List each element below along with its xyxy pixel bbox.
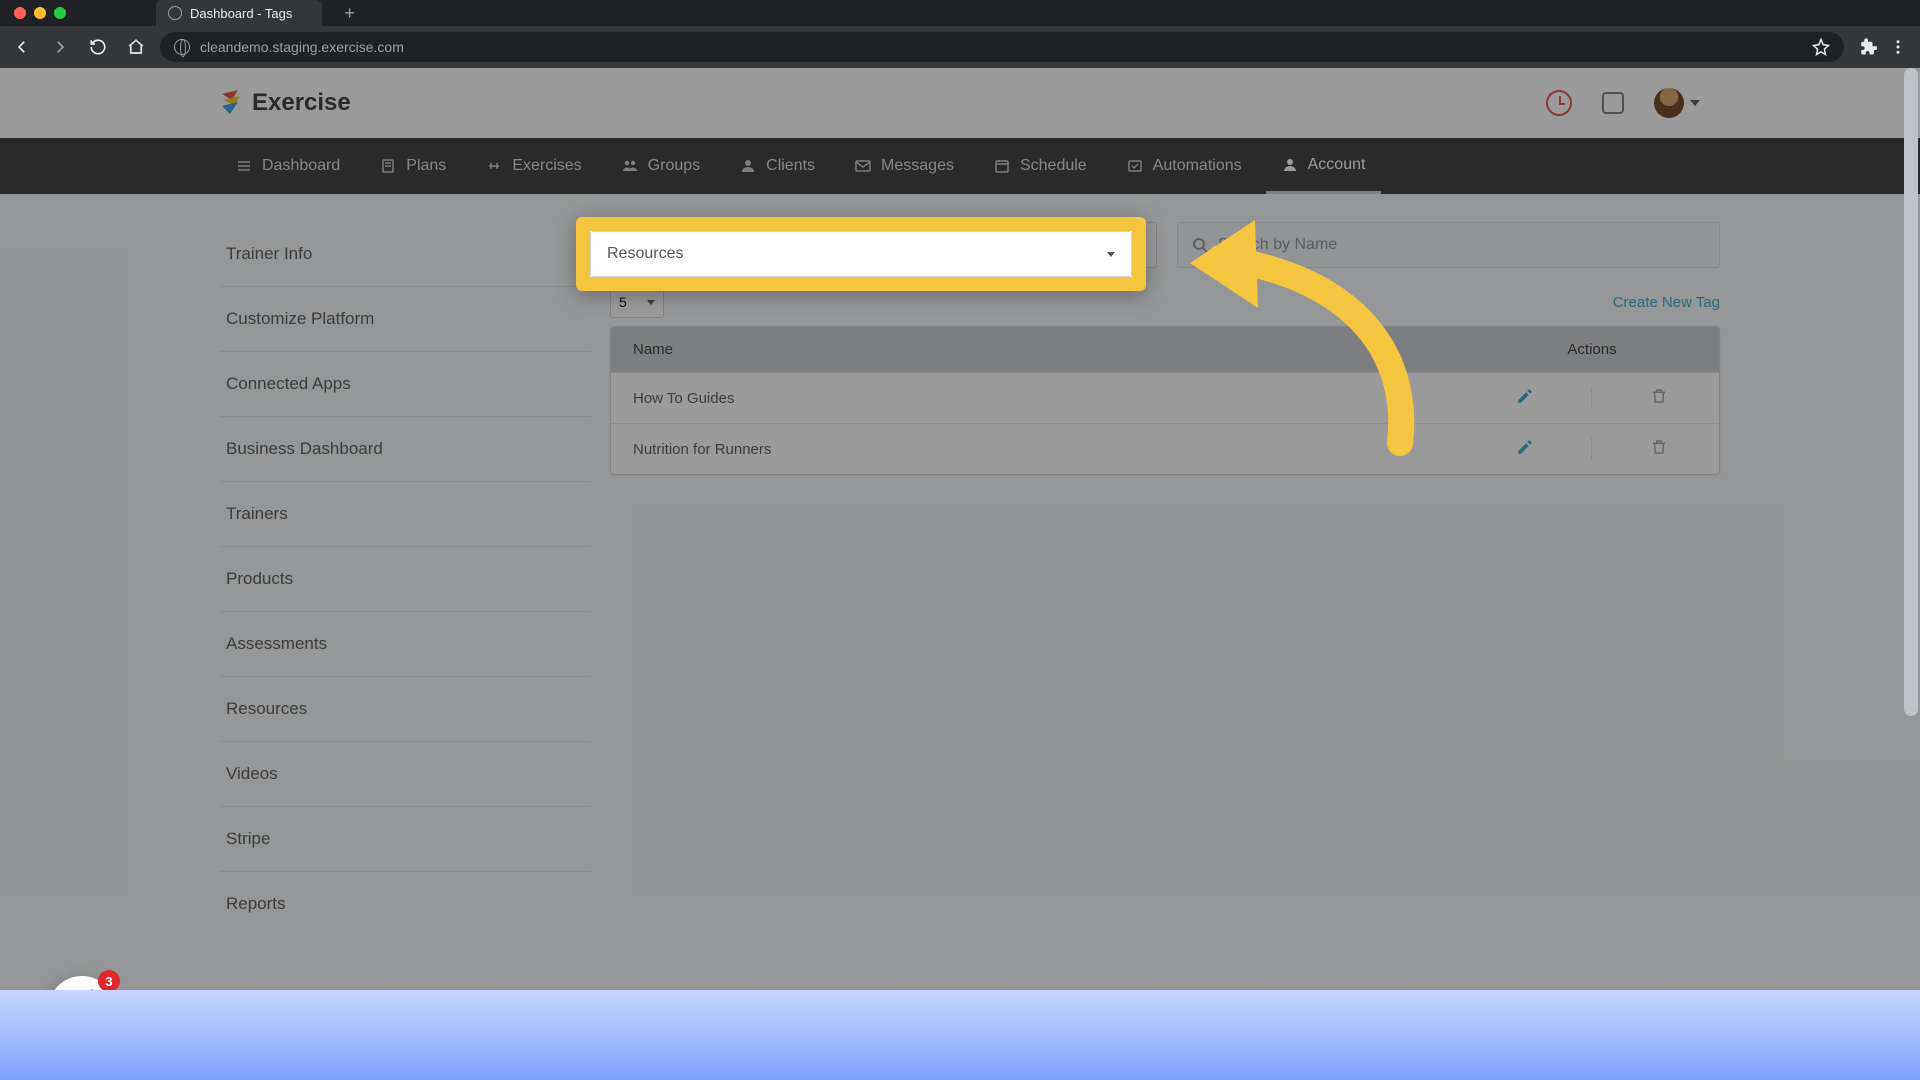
sidebar-item-videos[interactable]: Videos [220, 742, 590, 807]
chevron-down-icon [647, 300, 655, 305]
edit-icon[interactable] [1516, 387, 1534, 405]
table-row: How To Guides [611, 372, 1719, 423]
nav-schedule[interactable]: Schedule [978, 138, 1103, 194]
sidebar-item-products[interactable]: Products [220, 547, 590, 612]
edit-icon[interactable] [1516, 438, 1534, 456]
clock-icon[interactable] [1546, 90, 1572, 116]
sidebar-item-connected-apps[interactable]: Connected Apps [220, 352, 590, 417]
sidebar-item-business-dashboard[interactable]: Business Dashboard [220, 417, 590, 482]
home-button[interactable] [122, 33, 150, 61]
chevron-down-icon [1107, 252, 1115, 257]
url-text: cleandemo.staging.exercise.com [200, 39, 404, 55]
nav-exercises[interactable]: Exercises [470, 138, 597, 194]
reload-button[interactable] [84, 33, 112, 61]
sidebar-item-stripe[interactable]: Stripe [220, 807, 590, 872]
sidebar-item-trainer-info[interactable]: Trainer Info [220, 222, 590, 287]
table-header: Name Actions [611, 327, 1719, 372]
star-icon[interactable] [1812, 38, 1830, 56]
chevron-down-icon [1690, 100, 1700, 106]
window-controls[interactable] [14, 7, 66, 19]
brand[interactable]: Exercise [220, 89, 351, 117]
trash-icon[interactable] [1650, 387, 1668, 405]
row-name: How To Guides [633, 390, 1487, 407]
close-window-icon[interactable] [14, 7, 26, 19]
tab-title: Dashboard - Tags [190, 6, 292, 21]
sidebar-item-resources[interactable]: Resources [220, 677, 590, 742]
globe-icon [168, 6, 182, 20]
page-footer-strip [0, 990, 1920, 1080]
table-row: Nutrition for Runners [611, 423, 1719, 474]
search-icon [1192, 237, 1208, 253]
extensions-icon[interactable] [1854, 33, 1882, 61]
sidebar-item-reports[interactable]: Reports [220, 872, 590, 936]
nav-clients[interactable]: Clients [724, 138, 831, 194]
account-sidebar: Trainer Info Customize Platform Connecte… [220, 222, 590, 1080]
tutorial-highlight: Resources [576, 217, 1146, 291]
row-name: Nutrition for Runners [633, 441, 1487, 458]
forward-button[interactable] [46, 33, 74, 61]
url-bar[interactable]: cleandemo.staging.exercise.com [160, 32, 1844, 62]
app-header: Exercise [0, 68, 1920, 138]
nav-account[interactable]: Account [1266, 138, 1382, 194]
brand-logo-icon [220, 90, 242, 116]
nav-dashboard[interactable]: Dashboard [220, 138, 356, 194]
nav-groups[interactable]: Groups [606, 138, 716, 194]
back-button[interactable] [8, 33, 36, 61]
browser-menu-icon[interactable] [1884, 33, 1912, 61]
col-name: Name [633, 341, 1487, 358]
search-input[interactable]: Search by Name [1177, 222, 1720, 268]
create-tag-link[interactable]: Create New Tag [1613, 294, 1720, 311]
minimize-window-icon[interactable] [34, 7, 46, 19]
category-select-highlighted[interactable]: Resources [590, 231, 1132, 277]
browser-tabbar: Dashboard - Tags + [0, 0, 1920, 26]
sidebar-item-trainers[interactable]: Trainers [220, 482, 590, 547]
nav-plans[interactable]: Plans [364, 138, 462, 194]
user-menu[interactable] [1654, 88, 1700, 118]
col-actions: Actions [1487, 341, 1697, 358]
new-tab-button[interactable]: + [344, 3, 355, 24]
sidebar-item-customize-platform[interactable]: Customize Platform [220, 287, 590, 352]
main-panel: Resources Search by Name 5 Create New Ta… [610, 222, 1720, 1080]
site-info-icon[interactable] [174, 39, 190, 55]
viewport-scrollbar[interactable] [1904, 68, 1918, 716]
search-placeholder: Search by Name [1218, 236, 1337, 254]
brand-name: Exercise [252, 89, 351, 117]
avatar [1654, 88, 1684, 118]
trash-icon[interactable] [1650, 438, 1668, 456]
sidebar-item-assessments[interactable]: Assessments [220, 612, 590, 677]
maximize-window-icon[interactable] [54, 7, 66, 19]
tags-table: Name Actions How To Guides Nutrition for… [610, 326, 1720, 475]
nav-messages[interactable]: Messages [839, 138, 970, 194]
browser-navbar: cleandemo.staging.exercise.com [0, 26, 1920, 68]
checkbox-icon[interactable] [1602, 92, 1624, 114]
nav-automations[interactable]: Automations [1111, 138, 1258, 194]
main-nav: Dashboard Plans Exercises Groups Clients… [0, 138, 1920, 194]
browser-tab[interactable]: Dashboard - Tags [156, 0, 322, 26]
intercom-badge: 3 [98, 970, 120, 992]
